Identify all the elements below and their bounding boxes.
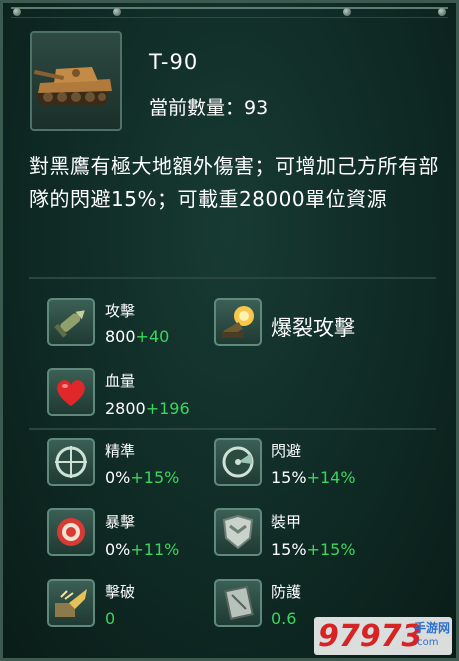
attack-value: 800+40 [105, 327, 169, 346]
critical-value: 0%+11% [105, 540, 179, 559]
pierce-label: 擊破 [105, 583, 136, 601]
armor-label: 裝甲 [271, 513, 302, 531]
explosion-icon [214, 298, 262, 346]
attack-bonus: +40 [135, 327, 170, 346]
unit-info-panel: T-90 當前數量：93 對黑鷹有極大地額外傷害；可增加己方所有部隊的閃避15%… [0, 0, 459, 661]
health-label: 血量 [105, 372, 136, 390]
watermark-logo: 97973 手游网 .com [314, 617, 452, 655]
rivet-icon [13, 8, 21, 16]
watermark-site-name: 手游网 [414, 621, 451, 635]
armor-break-icon [47, 579, 95, 627]
radar-icon [214, 438, 262, 486]
shield-emblem-icon [214, 508, 262, 556]
rivet-icon [343, 8, 351, 16]
unit-count: 當前數量：93 [149, 97, 269, 119]
divider [29, 277, 436, 279]
unit-description: 對黑鷹有極大地額外傷害；可增加己方所有部隊的閃避15%；可載重28000單位資源 [29, 154, 439, 211]
special-ability-label: 爆裂攻擊 [271, 316, 355, 340]
attack-label: 攻擊 [105, 302, 136, 320]
health-base: 2800 [105, 399, 146, 418]
critical-label: 暴擊 [105, 513, 136, 531]
attack-base: 800 [105, 327, 136, 346]
divider [29, 428, 436, 430]
heart-icon [47, 368, 95, 416]
health-bonus: +196 [145, 399, 190, 418]
pierce-base: 0 [105, 609, 116, 628]
critical-bonus: +11% [130, 540, 180, 559]
unit-name: T-90 [149, 50, 199, 74]
accuracy-value: 0%+15% [105, 468, 179, 487]
evasion-label: 閃避 [271, 442, 302, 460]
defense-label: 防護 [271, 583, 302, 601]
tank-icon [33, 67, 112, 105]
evasion-bonus: +14% [306, 468, 356, 487]
defense-base: 0.6 [271, 609, 297, 628]
armor-base: 15% [271, 540, 307, 559]
target-icon [47, 508, 95, 556]
evasion-base: 15% [271, 468, 307, 487]
unit-portrait [30, 31, 122, 131]
accuracy-bonus: +15% [130, 468, 180, 487]
defense-plate-icon [214, 579, 262, 627]
watermark-number: 97973 [318, 619, 423, 654]
accuracy-base: 0% [105, 468, 131, 487]
evasion-value: 15%+14% [271, 468, 356, 487]
pierce-value: 0 [105, 609, 115, 628]
panel-top-trim [11, 7, 448, 18]
armor-bonus: +15% [306, 540, 356, 559]
rivet-icon [113, 8, 121, 16]
watermark-domain: .com [414, 637, 439, 648]
crosshair-icon [47, 438, 95, 486]
health-value: 2800+196 [105, 399, 190, 418]
defense-value: 0.6 [271, 609, 296, 628]
armor-value: 15%+15% [271, 540, 356, 559]
missile-icon [47, 298, 95, 346]
rivet-icon [438, 8, 446, 16]
accuracy-label: 精準 [105, 442, 136, 460]
critical-base: 0% [105, 540, 131, 559]
